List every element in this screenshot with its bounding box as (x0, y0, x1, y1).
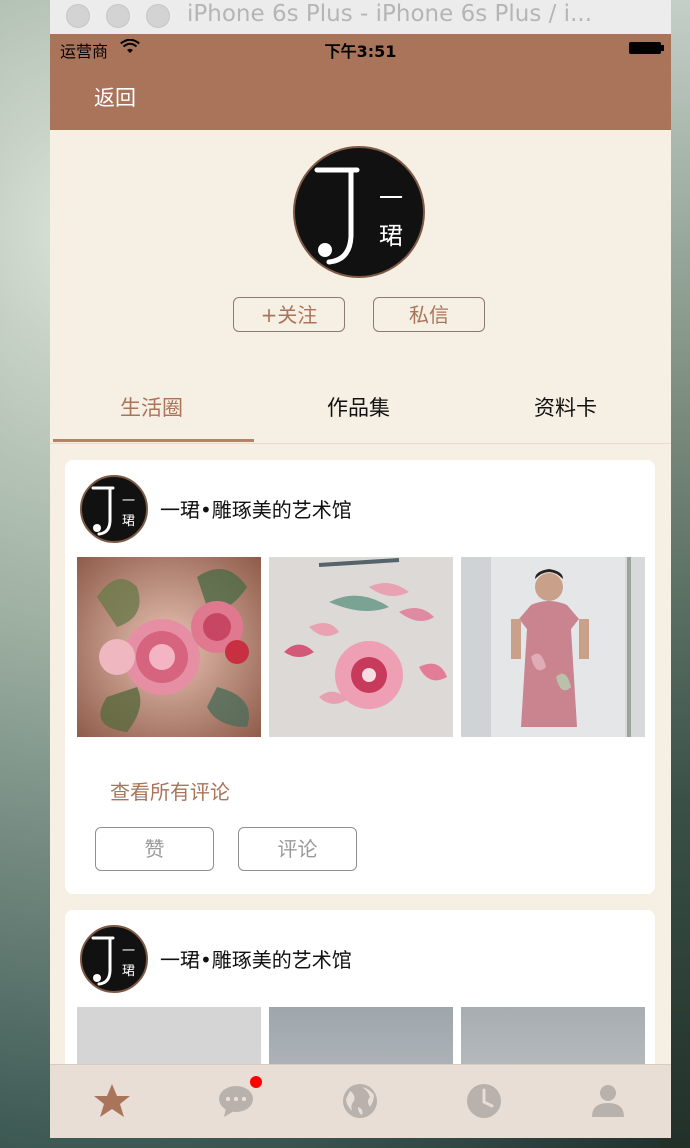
bottom-tab-bar (50, 1064, 671, 1138)
post-author-name[interactable]: 一珺•雕琢美的艺术馆 (160, 944, 352, 973)
chat-icon[interactable] (216, 1081, 256, 1121)
svg-text:珺: 珺 (122, 964, 135, 979)
svg-text:珺: 珺 (379, 222, 403, 250)
minimize-window-button[interactable] (106, 4, 130, 28)
post-author-name[interactable]: 一珺•雕琢美的艺术馆 (160, 494, 352, 523)
like-button[interactable]: 赞 (95, 827, 214, 871)
follow-button[interactable]: +关注 (233, 297, 345, 332)
back-button[interactable]: 返回 (94, 82, 136, 112)
svg-text:一: 一 (379, 184, 403, 212)
simulator-titlebar: iPhone 6s Plus - iPhone 6s Plus / i... (50, 0, 671, 35)
clock-icon[interactable] (464, 1081, 504, 1121)
post-photo-petals[interactable] (269, 557, 453, 737)
tab-profile-card[interactable]: 资料卡 (534, 392, 597, 422)
message-button[interactable]: 私信 (373, 297, 485, 332)
phone-screen: 运营商 下午3:51 返回 一 珺 +关注 私信 生活圈 作品集 资料卡 一 珺… (50, 34, 671, 1138)
post-card: 一 珺 一珺•雕琢美的艺术馆 (65, 460, 655, 894)
brand-logo-icon: 一 珺 (314, 167, 403, 265)
star-icon[interactable] (92, 1081, 132, 1121)
status-bar: 运营商 下午3:51 (50, 34, 671, 64)
tabs-divider (50, 443, 671, 444)
post-author-avatar[interactable]: 一 珺 (80, 925, 148, 993)
status-time: 下午3:51 (324, 42, 397, 61)
see-all-comments-link[interactable]: 查看所有评论 (110, 776, 230, 805)
tab-life-circle[interactable]: 生活圈 (120, 392, 183, 422)
post-author-avatar[interactable]: 一 珺 (80, 475, 148, 543)
profile-avatar: 一 珺 (293, 146, 425, 278)
globe-icon[interactable] (340, 1081, 380, 1121)
svg-text:珺: 珺 (122, 514, 135, 529)
post-photo-peony[interactable] (77, 557, 261, 737)
battery-icon (629, 42, 664, 54)
person-icon[interactable] (588, 1081, 628, 1121)
zoom-window-button[interactable] (146, 4, 170, 28)
unread-badge (250, 1076, 262, 1088)
nav-bar: 返回 (50, 64, 671, 130)
brand-logo-icon: 一 珺 (91, 936, 135, 986)
svg-text:一: 一 (122, 494, 135, 509)
profile-tabs: 生活圈 作品集 资料卡 (50, 374, 671, 444)
post-photo-qipao[interactable] (461, 557, 645, 737)
svg-text:一: 一 (122, 944, 135, 959)
close-window-button[interactable] (66, 4, 90, 28)
brand-logo-icon: 一 珺 (91, 486, 135, 536)
active-tab-indicator (53, 439, 254, 442)
window-title: iPhone 6s Plus - iPhone 6s Plus / i... (187, 1, 593, 27)
comment-button[interactable]: 评论 (238, 827, 357, 871)
tab-works[interactable]: 作品集 (327, 392, 390, 422)
